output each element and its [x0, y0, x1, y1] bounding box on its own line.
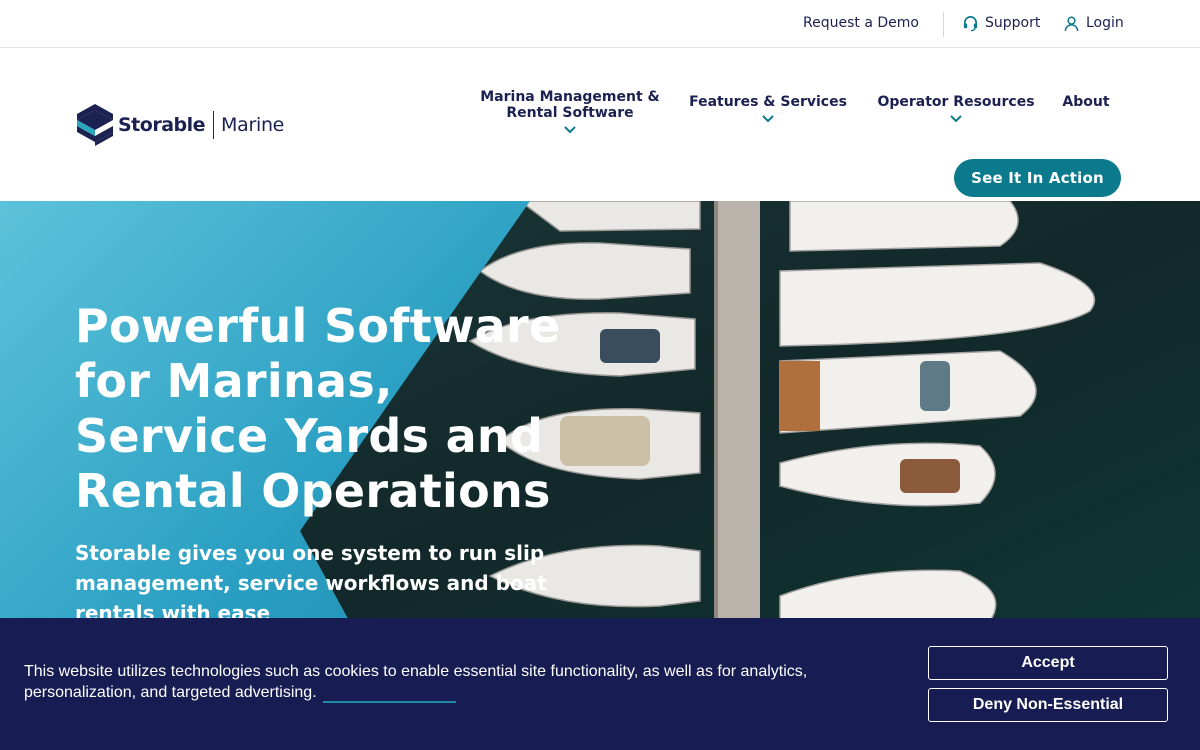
storable-logo-icon — [77, 104, 113, 146]
hero-title: Powerful Software for Marinas, Service Y… — [75, 299, 561, 518]
brand-logo[interactable]: Storable Marine — [77, 104, 284, 146]
accept-cookies-button[interactable]: Accept — [928, 646, 1168, 680]
cookie-text-wrap: This website utilizes technologies such … — [24, 661, 884, 703]
hero-subtitle: Storable gives you one system to run sli… — [75, 541, 547, 625]
nav-label: Features & Services — [689, 94, 847, 110]
see-it-in-action-button[interactable]: See It In Action — [954, 159, 1121, 197]
chevron-down-icon — [564, 126, 576, 134]
cookie-banner: This website utilizes technologies such … — [0, 618, 1200, 750]
nav-features-services[interactable]: Features & Services — [683, 94, 853, 123]
support-link[interactable]: Support — [962, 13, 1040, 33]
chevron-down-icon — [762, 115, 774, 123]
brand-name: Storable — [118, 114, 206, 136]
login-link[interactable]: Login — [1063, 13, 1124, 33]
user-icon — [1064, 16, 1079, 31]
cookie-message: This website utilizes technologies such … — [24, 663, 808, 701]
request-demo-link[interactable]: Request a Demo — [803, 13, 919, 33]
utility-bar: Request a Demo Support Login — [0, 0, 1200, 48]
login-label: Login — [1086, 15, 1124, 31]
headset-icon — [963, 15, 978, 31]
site-header: Storable Marine Marina Management & Rent… — [0, 49, 1200, 201]
privacy-policy-link[interactable] — [322, 701, 456, 703]
nav-label: About — [1062, 94, 1110, 110]
request-demo-label: Request a Demo — [803, 15, 919, 31]
nav-label: Marina Management & Rental Software — [480, 89, 660, 121]
nav-label: Operator Resources — [877, 94, 1035, 110]
nav-about[interactable]: About — [1058, 94, 1114, 110]
chevron-down-icon — [950, 115, 962, 123]
brand-divider — [213, 111, 215, 139]
utility-divider — [943, 12, 944, 37]
support-label: Support — [985, 15, 1041, 31]
nav-marina-management[interactable]: Marina Management & Rental Software — [473, 89, 667, 134]
nav-operator-resources[interactable]: Operator Resources — [870, 94, 1042, 123]
brand-product: Marine — [221, 114, 285, 136]
deny-non-essential-button[interactable]: Deny Non-Essential — [928, 688, 1168, 722]
